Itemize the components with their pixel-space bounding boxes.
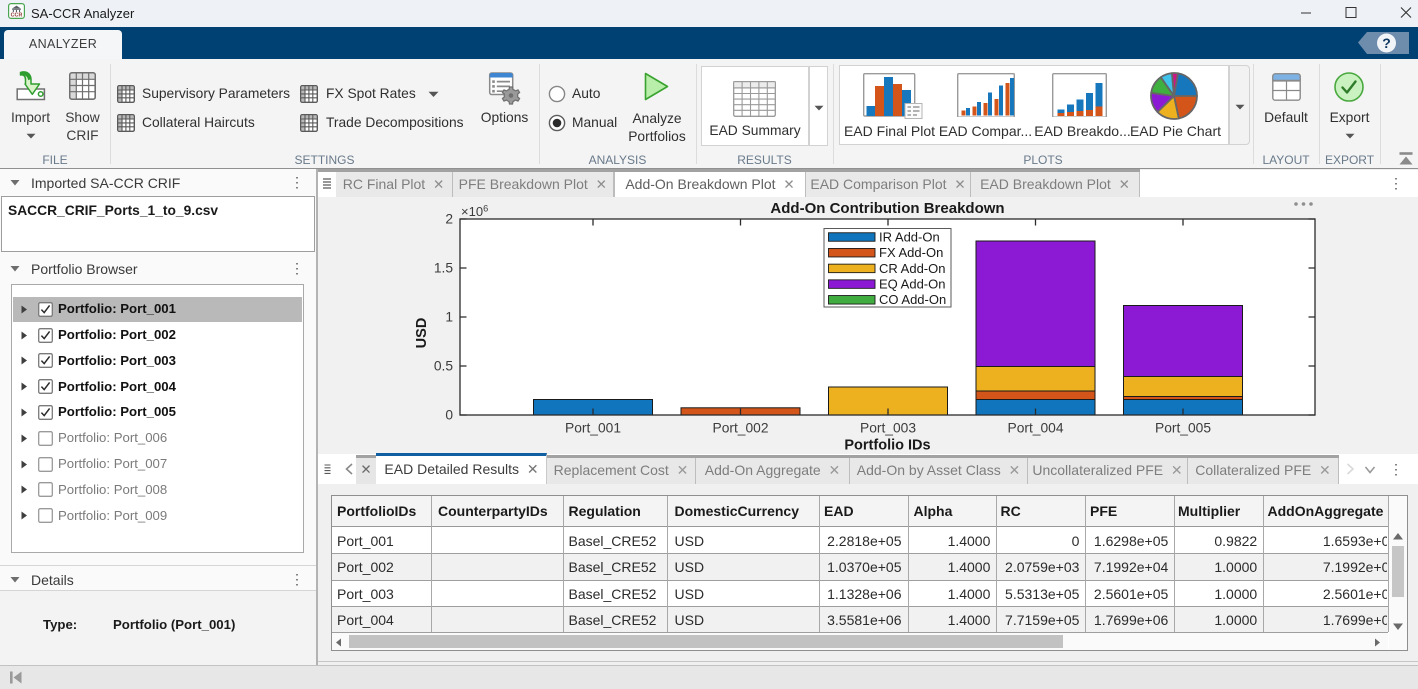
svg-text:0: 0 xyxy=(445,408,453,423)
svg-text:Portfolio IDs: Portfolio IDs xyxy=(844,438,930,454)
svg-text:CO Add-On: CO Add-On xyxy=(879,292,946,307)
svg-text:CCR: CCR xyxy=(11,13,23,19)
svg-text:Port_002: Port_002 xyxy=(713,421,769,436)
svg-text:IR Add-On: IR Add-On xyxy=(879,229,940,244)
svg-text:Add-On Contribution Breakdown: Add-On Contribution Breakdown xyxy=(770,200,1004,217)
svg-text:Port_005: Port_005 xyxy=(1155,421,1211,436)
svg-text:?: ? xyxy=(1382,35,1391,51)
svg-text:Port_001: Port_001 xyxy=(565,421,621,436)
svg-text:FX Add-On: FX Add-On xyxy=(879,245,943,260)
svg-text:USD: USD xyxy=(414,318,430,349)
svg-text:EQ Add-On: EQ Add-On xyxy=(879,277,945,292)
svg-text:1: 1 xyxy=(445,310,453,325)
svg-text:2: 2 xyxy=(445,212,453,227)
svg-text:Port_004: Port_004 xyxy=(1008,421,1064,436)
svg-text:1.5: 1.5 xyxy=(434,261,454,276)
svg-text:0.5: 0.5 xyxy=(434,359,454,374)
svg-text:CR Add-On: CR Add-On xyxy=(879,261,945,276)
svg-text:×106: ×106 xyxy=(461,204,488,220)
svg-text:Port_003: Port_003 xyxy=(860,421,916,436)
